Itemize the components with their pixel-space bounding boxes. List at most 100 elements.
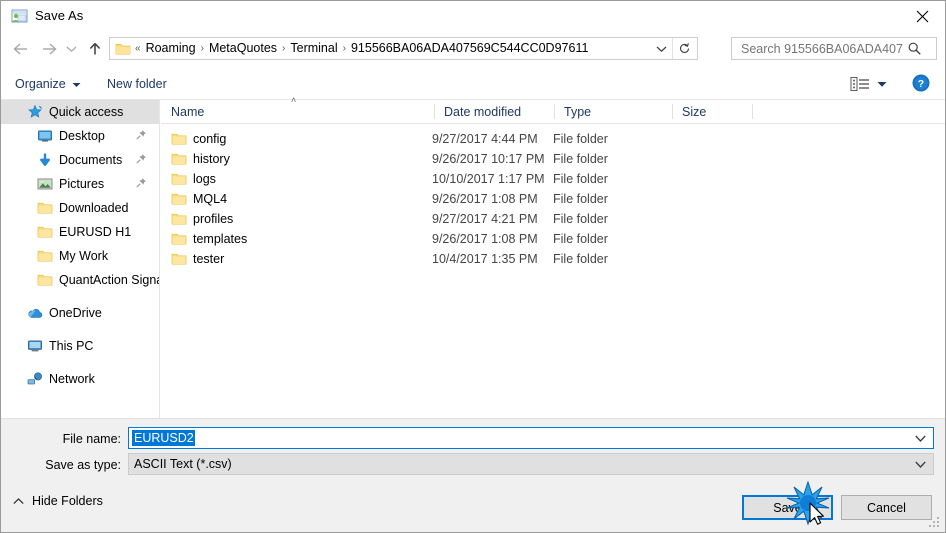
up-one-level-button[interactable]	[83, 37, 107, 61]
breadcrumb-roaming[interactable]: Roaming	[142, 38, 200, 59]
network-icon	[27, 372, 42, 385]
pin-icon[interactable]	[135, 153, 147, 165]
breadcrumb-current-folder[interactable]: 915566BA06ADA407569C544CC0D97611	[347, 38, 592, 59]
search-box[interactable]	[731, 37, 937, 60]
file-name-cell: MQL4	[193, 192, 228, 206]
help-button[interactable]: ?	[912, 74, 930, 92]
forward-button[interactable]	[37, 37, 61, 61]
pin-icon[interactable]	[135, 129, 147, 141]
pin-icon[interactable]	[135, 177, 147, 189]
sidebar-item-downloaded[interactable]: Downloaded	[1, 196, 159, 220]
sidebar-item-quick-access[interactable]: Quick access	[1, 100, 159, 124]
sidebar-item-pictures[interactable]: Pictures	[1, 172, 159, 196]
column-header-date-modified[interactable]: Date modified	[434, 100, 554, 123]
table-row[interactable]: profiles 9/27/2017 4:21 PM File folder	[161, 209, 945, 229]
table-row[interactable]: history 9/26/2017 10:17 PM File folder	[161, 149, 945, 169]
sidebar-separator	[1, 325, 159, 334]
chevron-down-icon[interactable]	[915, 454, 926, 474]
desktop-icon	[37, 128, 53, 144]
sidebar-item-this-pc[interactable]: This PC	[1, 334, 159, 358]
folder-icon	[37, 250, 53, 262]
column-divider[interactable]	[752, 104, 753, 119]
sidebar-item-documents[interactable]: Documents	[1, 148, 159, 172]
folder-icon	[171, 171, 187, 190]
refresh-button[interactable]	[672, 38, 696, 59]
back-button[interactable]	[9, 37, 33, 61]
cancel-button[interactable]: Cancel	[841, 495, 932, 520]
address-bar[interactable]: « Roaming › MetaQuotes › Terminal › 9155…	[109, 37, 698, 60]
address-dropdown-button[interactable]	[651, 38, 671, 59]
organize-label: Organize	[15, 77, 66, 91]
forward-arrow-icon	[43, 43, 57, 55]
search-icon[interactable]	[907, 41, 922, 56]
sidebar-item-label: My Work	[59, 249, 109, 263]
resize-grip[interactable]	[928, 516, 941, 529]
save-as-type-select[interactable]: ASCII Text (*.csv)	[128, 453, 934, 475]
back-arrow-icon	[13, 43, 27, 55]
column-header-size[interactable]: Size	[672, 100, 752, 123]
pictures-icon	[37, 176, 53, 192]
chevron-down-icon	[66, 46, 76, 53]
date-modified-cell: 9/26/2017 1:08 PM	[432, 232, 538, 246]
file-name-value: EURUSD2	[132, 430, 195, 446]
sidebar-item-desktop[interactable]: Desktop	[1, 124, 159, 148]
save-as-dialog: Save As « Roaming › MetaQuotes › Termina…	[0, 0, 946, 533]
sidebar-item-label: Quick access	[49, 105, 124, 119]
sidebar-item-label: Network	[49, 372, 95, 386]
close-button[interactable]	[899, 1, 945, 32]
column-header-type[interactable]: Type	[554, 100, 672, 123]
sidebar-item-quantaction-signal[interactable]: QuantAction Signal	[1, 268, 159, 292]
table-row[interactable]: MQL4 9/26/2017 1:08 PM File folder	[161, 189, 945, 209]
sidebar-separator	[1, 292, 159, 301]
column-header-name[interactable]: Name ˄	[161, 95, 434, 123]
sidebar-item-onedrive[interactable]: OneDrive	[1, 301, 159, 325]
hide-folders-label: Hide Folders	[32, 494, 103, 508]
folder-icon	[37, 274, 53, 286]
table-row[interactable]: templates 9/26/2017 1:08 PM File folder	[161, 229, 945, 249]
table-row[interactable]: tester 10/4/2017 1:35 PM File folder	[161, 249, 945, 269]
breadcrumb-terminal[interactable]: Terminal	[286, 38, 341, 59]
search-input[interactable]	[739, 40, 905, 57]
file-name-input[interactable]: EURUSD2	[128, 427, 934, 449]
file-name-cell: history	[193, 152, 230, 166]
save-button[interactable]: Save	[742, 495, 833, 520]
table-row[interactable]: config 9/27/2017 4:44 PM File folder	[161, 129, 945, 149]
table-row[interactable]: logs 10/10/2017 1:17 PM File folder	[161, 169, 945, 189]
folder-icon	[171, 131, 187, 150]
column-label: Size	[682, 104, 707, 119]
command-toolbar: Organize New folder ?	[1, 67, 945, 100]
hide-folders-button[interactable]: Hide Folders	[13, 491, 103, 511]
date-modified-cell: 9/27/2017 4:44 PM	[432, 132, 538, 146]
navigation-sidebar[interactable]: Quick access Desktop Documents Pictures Down…	[1, 100, 160, 418]
sidebar-item-label: QuantAction Signal	[59, 273, 160, 287]
file-name-cell: tester	[193, 252, 225, 266]
star-pin-icon	[27, 104, 43, 120]
file-name-cell: templates	[193, 232, 248, 246]
date-modified-cell: 9/26/2017 10:17 PM	[432, 152, 545, 166]
organize-button[interactable]: Organize	[15, 74, 81, 94]
folder-icon	[171, 193, 187, 205]
chevron-down-icon	[877, 77, 887, 91]
save-as-type-value: ASCII Text (*.csv)	[134, 457, 232, 471]
chevron-down-icon[interactable]	[915, 428, 926, 448]
new-folder-button[interactable]: New folder	[107, 74, 167, 94]
help-question-icon: ?	[912, 74, 930, 92]
sidebar-item-network[interactable]: Network	[1, 367, 159, 391]
view-mode-button[interactable]	[850, 73, 887, 95]
save-as-type-label: Save as type:	[45, 458, 121, 472]
sidebar-item-label: Pictures	[59, 177, 105, 191]
recent-locations-button[interactable]	[63, 37, 79, 61]
date-modified-cell: 9/26/2017 1:08 PM	[432, 192, 538, 206]
sidebar-item-my-work[interactable]: My Work	[1, 244, 159, 268]
chevron-up-icon	[13, 494, 24, 508]
breadcrumb-metaquotes[interactable]: MetaQuotes	[205, 38, 281, 59]
folder-icon	[37, 200, 53, 216]
sidebar-item-eurusd-h1[interactable]: EURUSD H1	[1, 220, 159, 244]
type-cell: File folder	[553, 212, 608, 226]
folder-icon	[115, 42, 131, 56]
sidebar-item-label: Documents	[59, 153, 123, 167]
address-prefix: «	[135, 43, 141, 54]
type-cell: File folder	[553, 172, 608, 186]
up-arrow-icon	[89, 42, 101, 55]
folder-icon	[171, 213, 187, 225]
